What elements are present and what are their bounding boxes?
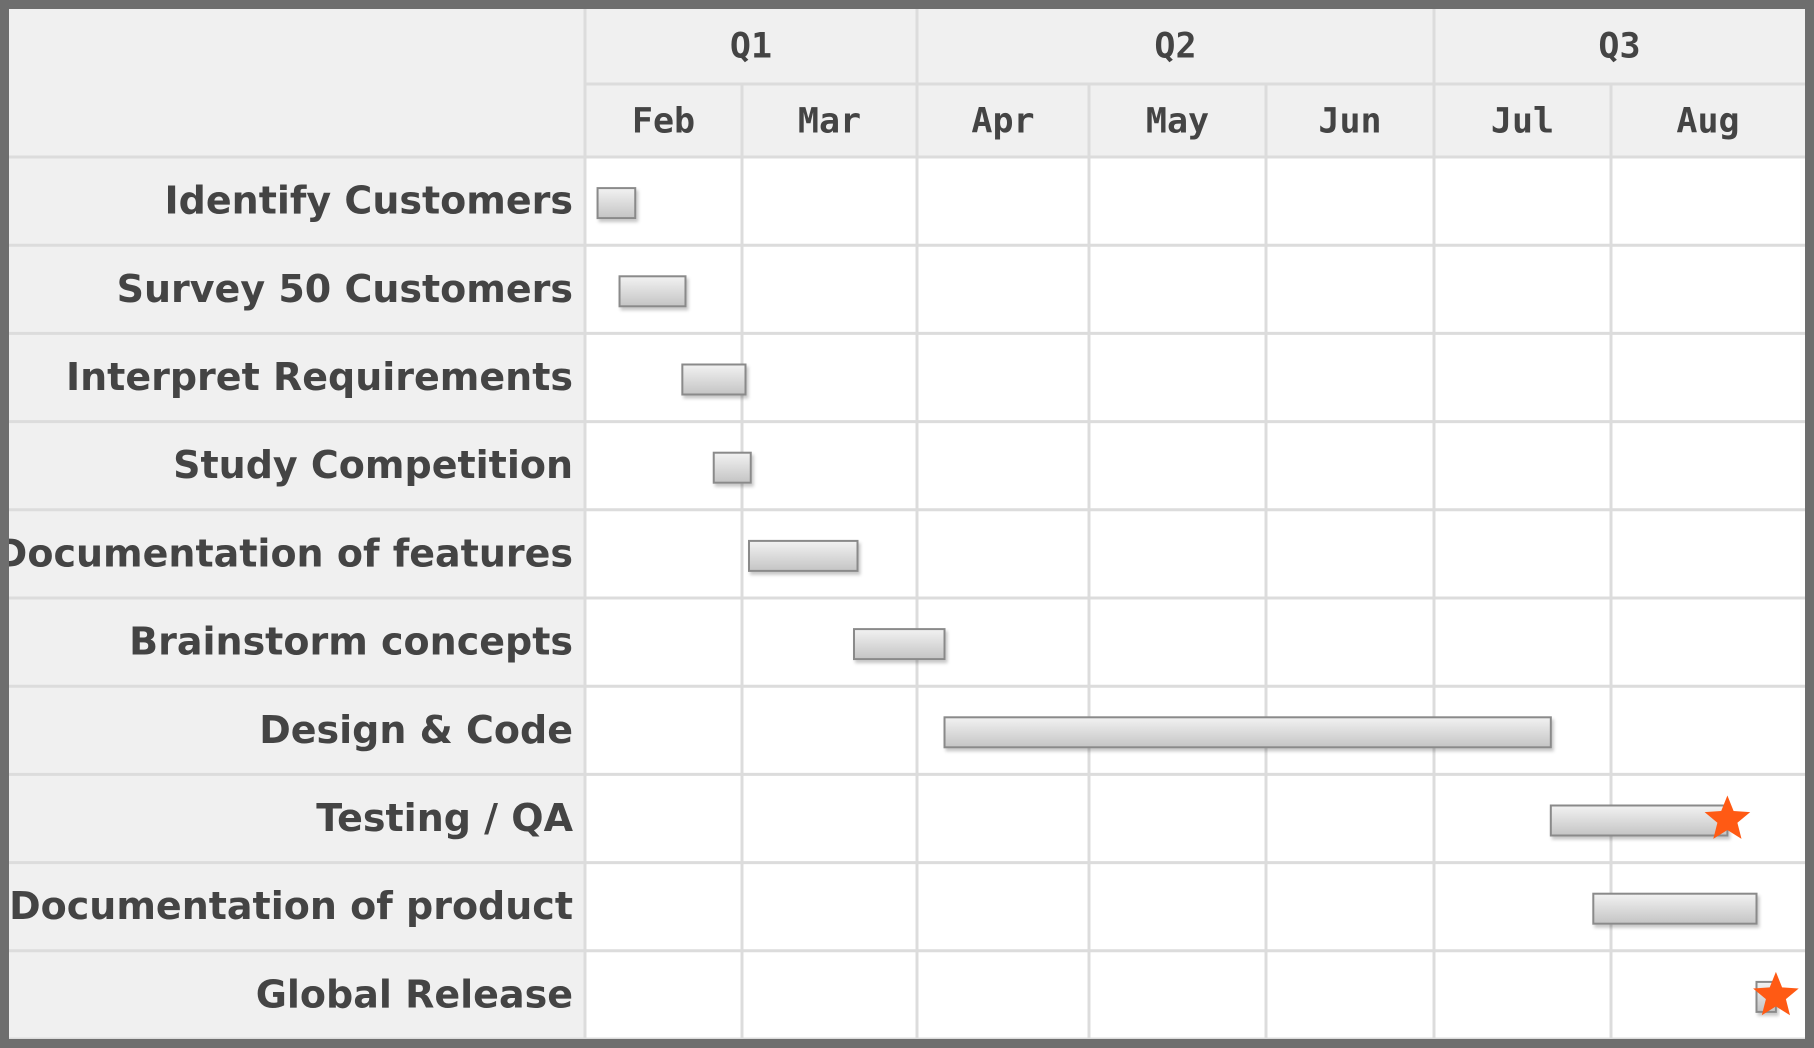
- task-bar: [618, 275, 687, 308]
- task-label: Design & Code: [259, 708, 573, 752]
- month-label: Apr: [971, 102, 1034, 142]
- month-label: Jul: [1491, 102, 1554, 142]
- month-label: Feb: [632, 102, 695, 142]
- task-label: Survey 50 Customers: [117, 267, 573, 311]
- task-label: Documentation of product: [9, 884, 573, 928]
- month-label: Mar: [798, 102, 861, 142]
- task-bar: [712, 451, 752, 484]
- task-bar: [853, 628, 946, 661]
- task-label: Study Competition: [173, 443, 573, 487]
- task-label: Interpret Requirements: [66, 355, 573, 399]
- month-label: May: [1146, 102, 1209, 142]
- task-label: Identify Customers: [165, 179, 573, 223]
- task-bar: [1592, 892, 1758, 925]
- task-bar: [1549, 804, 1729, 837]
- quarter-label: Q2: [1154, 27, 1196, 67]
- gantt-chart: Q1 Q2 Q3 Feb Mar Apr May Jun Jul Aug Identify Cust…: [0, 0, 1814, 1048]
- task-label: Documentation of features: [9, 531, 573, 575]
- task-bar: [681, 363, 747, 396]
- month-label: Jun: [1318, 102, 1381, 142]
- task-bar: [943, 716, 1552, 749]
- task-label: Testing / QA: [316, 796, 573, 840]
- task-bar: [596, 187, 637, 220]
- task-bar: [748, 539, 859, 572]
- month-label: Aug: [1676, 102, 1739, 142]
- task-label: Global Release: [256, 972, 573, 1016]
- task-label: Brainstorm concepts: [129, 620, 573, 664]
- quarter-label: Q1: [730, 27, 772, 67]
- gantt-chart-svg: Q1 Q2 Q3 Feb Mar Apr May Jun Jul Aug Identify Cust…: [9, 9, 1805, 1039]
- quarter-label: Q3: [1598, 27, 1640, 67]
